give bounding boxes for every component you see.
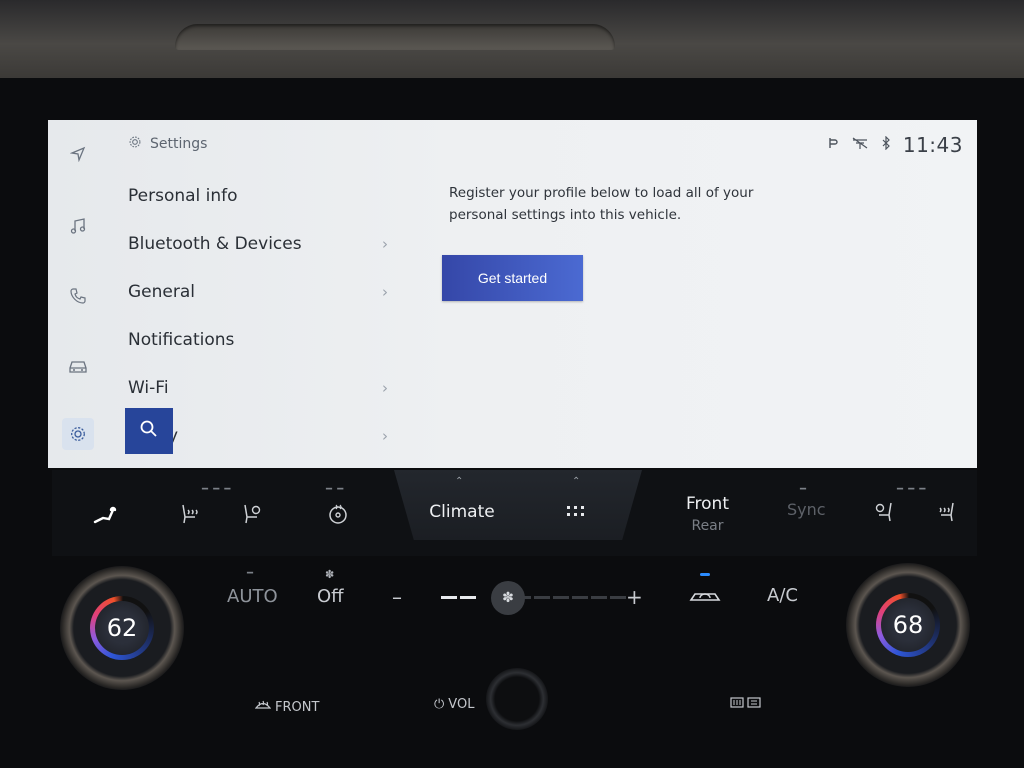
dashboard-trim: [0, 0, 1024, 80]
ventilated-seat-icon[interactable]: [870, 498, 898, 526]
navigation-arrow-icon[interactable]: [62, 138, 94, 170]
heated-seat-icon[interactable]: [932, 498, 960, 526]
gear-icon[interactable]: [62, 418, 94, 450]
menu-item-wifi[interactable]: Wi-Fi ›: [128, 366, 388, 410]
recirculation-indicator: [700, 573, 710, 576]
rear-defrost-icon: [730, 696, 762, 714]
phone-icon[interactable]: [62, 280, 94, 312]
level-marks: ━ ━ ━: [202, 484, 232, 495]
fan-decrease-button[interactable]: –: [392, 585, 402, 609]
menu-item-label: General: [128, 282, 195, 302]
nav-rail: [48, 120, 108, 468]
defrost-icon: [254, 699, 272, 715]
auto-button[interactable]: AUTO: [227, 586, 278, 607]
profile-description: Register your profile below to load all …: [449, 185, 754, 223]
chevron-right-icon: ›: [382, 379, 388, 397]
dashboard-vent: [175, 24, 615, 50]
level-marks: ━: [247, 568, 255, 579]
fan-speed-segment: [534, 596, 550, 599]
fan-increase-button[interactable]: +: [626, 585, 643, 609]
menu-item-label: Bluetooth & Devices: [128, 234, 302, 254]
climate-bar: ━ ━ ━ ━ ━ ⌃ Climate ⌃ Front Rear ━ Sync …: [52, 470, 977, 556]
right-temperature: 68: [881, 598, 935, 652]
no-signal-icon: [851, 136, 869, 154]
volume-knob[interactable]: [486, 668, 548, 730]
level-marks: ━: [800, 484, 808, 495]
car-icon[interactable]: [62, 350, 94, 382]
ventilated-seat-icon[interactable]: [238, 500, 266, 528]
power-icon: ⏻: [434, 697, 445, 712]
power-volume-button[interactable]: ⏻ VOL: [434, 697, 474, 712]
menu-item-label: Notifications: [128, 330, 235, 350]
status-bar: 11:43: [827, 132, 963, 158]
wireless-charging-icon: [827, 136, 839, 154]
heated-steering-wheel-icon[interactable]: [324, 500, 352, 528]
heated-seat-icon[interactable]: [176, 500, 204, 528]
apps-grid-icon[interactable]: [564, 502, 588, 522]
fan-speed-handle[interactable]: ✽: [491, 581, 525, 615]
ac-button[interactable]: A/C: [767, 585, 798, 606]
fan-mode-button[interactable]: Off: [317, 586, 344, 607]
get-started-button[interactable]: Get started: [442, 255, 583, 301]
recirculation-icon[interactable]: [688, 586, 722, 610]
fan-speed-segment: [572, 596, 588, 599]
sync-button[interactable]: Sync: [787, 500, 826, 519]
music-note-icon[interactable]: [62, 210, 94, 242]
left-temperature-knob[interactable]: 62: [60, 566, 184, 690]
search-icon: [139, 419, 159, 443]
rear-defrost-button[interactable]: [730, 696, 762, 714]
menu-item-label: Personal info: [128, 186, 238, 206]
front-defrost-button[interactable]: FRONT: [254, 699, 320, 715]
front-label: Front: [686, 494, 729, 514]
search-button[interactable]: [125, 408, 173, 454]
left-temperature: 62: [95, 601, 149, 655]
climate-tab[interactable]: Climate: [422, 500, 502, 524]
bluetooth-icon: [881, 135, 891, 154]
seat-recline-icon[interactable]: [90, 500, 120, 530]
menu-item-bluetooth-devices[interactable]: Bluetooth & Devices ›: [128, 222, 388, 266]
right-temperature-knob[interactable]: 68: [846, 563, 970, 687]
chevron-right-icon: ›: [382, 283, 388, 301]
front-defrost-label: FRONT: [275, 699, 320, 715]
infotainment-screen: Settings Personal info Bluetooth & Devic…: [48, 120, 977, 468]
rear-label: Rear: [691, 518, 724, 534]
menu-item-label: Wi-Fi: [128, 378, 169, 398]
chevron-right-icon: ›: [382, 427, 388, 445]
vol-label: VOL: [448, 697, 475, 712]
menu-item-personal-info[interactable]: Personal info: [128, 174, 388, 218]
menu-item-general[interactable]: General ›: [128, 270, 388, 314]
level-marks: ━ ━: [326, 484, 345, 495]
fan-speed-segment: [460, 596, 476, 599]
fan-speed-segment: [610, 596, 626, 599]
fan-speed-segment: [441, 596, 457, 599]
settings-header: Settings: [128, 132, 207, 156]
fan-icon: ✽: [502, 590, 514, 606]
fan-speed-segment: [591, 596, 607, 599]
fan-speed-segment: [553, 596, 569, 599]
gear-icon: [128, 135, 142, 153]
chevron-up-icon: ⌃: [455, 476, 464, 487]
chevron-right-icon: ›: [382, 235, 388, 253]
menu-item-notifications[interactable]: Notifications: [128, 318, 388, 362]
chevron-up-icon: ⌃: [572, 476, 581, 487]
fan-icon: ✽: [325, 568, 335, 581]
level-marks: ━ ━ ━: [897, 484, 927, 495]
clock: 11:43: [902, 133, 963, 157]
settings-title: Settings: [150, 136, 208, 152]
zone-selector[interactable]: Front Rear: [686, 494, 729, 534]
